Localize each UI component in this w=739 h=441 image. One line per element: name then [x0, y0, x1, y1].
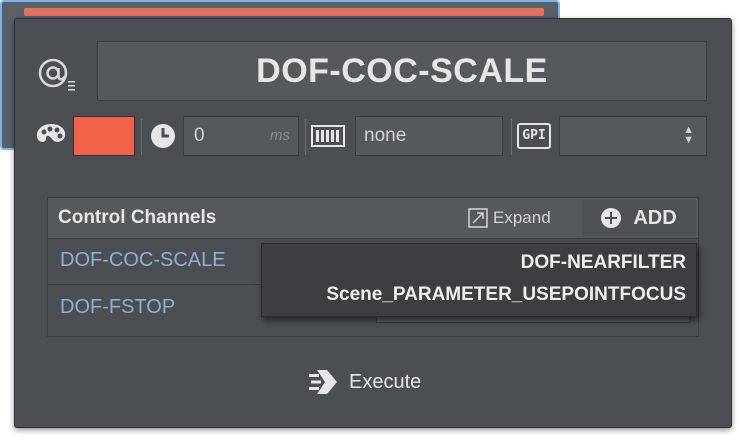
- channel-name: DOF-COC-SCALE: [60, 249, 226, 271]
- clock-icon: [151, 124, 175, 148]
- keyboard-icon: [311, 125, 345, 147]
- divider: [141, 119, 142, 155]
- divider: [305, 119, 306, 155]
- delay-value: 0: [194, 125, 205, 146]
- execute-label: Execute: [349, 370, 422, 393]
- execute-button[interactable]: Execute: [309, 365, 421, 399]
- add-channel-button[interactable]: ADD: [582, 200, 696, 236]
- background-item-color-strip: [24, 8, 544, 16]
- hotkey-input[interactable]: none: [355, 116, 503, 156]
- dropdown-item[interactable]: DOF-NEARFILTER: [521, 252, 686, 274]
- expand-button[interactable]: Expand: [468, 204, 551, 232]
- select-arrows-icon: ▲ ▼: [683, 124, 694, 146]
- plus-circle-icon: [601, 208, 622, 228]
- channel-name: DOF-FSTOP: [60, 296, 176, 318]
- channel-dropdown-menu: DOF-NEARFILTER Scene_PARAMETER_USEPOINTF…: [261, 243, 697, 317]
- add-label: ADD: [633, 206, 677, 229]
- gpi-select[interactable]: ▲ ▼: [559, 116, 707, 156]
- palette-icon: [36, 124, 66, 142]
- expand-label: Expand: [493, 208, 551, 227]
- control-panel: DOF-COC-SCALE 0 ms none GPI ▲ ▼ Control C…: [14, 18, 732, 428]
- color-swatch[interactable]: [73, 116, 135, 156]
- at-icon: [38, 58, 75, 91]
- expand-icon: [468, 208, 488, 228]
- divider: [511, 119, 512, 155]
- dropdown-item[interactable]: Scene_PARAMETER_USEPOINTFOCUS: [326, 284, 686, 306]
- gpi-icon: GPI: [517, 123, 551, 149]
- control-channels-title: Control Channels: [58, 207, 217, 228]
- delay-input[interactable]: 0 ms: [183, 116, 299, 156]
- delay-unit: ms: [270, 127, 290, 144]
- title-field[interactable]: DOF-COC-SCALE: [97, 41, 707, 101]
- control-channels-header: Control Channels Expand ADD: [48, 198, 698, 239]
- execute-icon: [309, 370, 337, 394]
